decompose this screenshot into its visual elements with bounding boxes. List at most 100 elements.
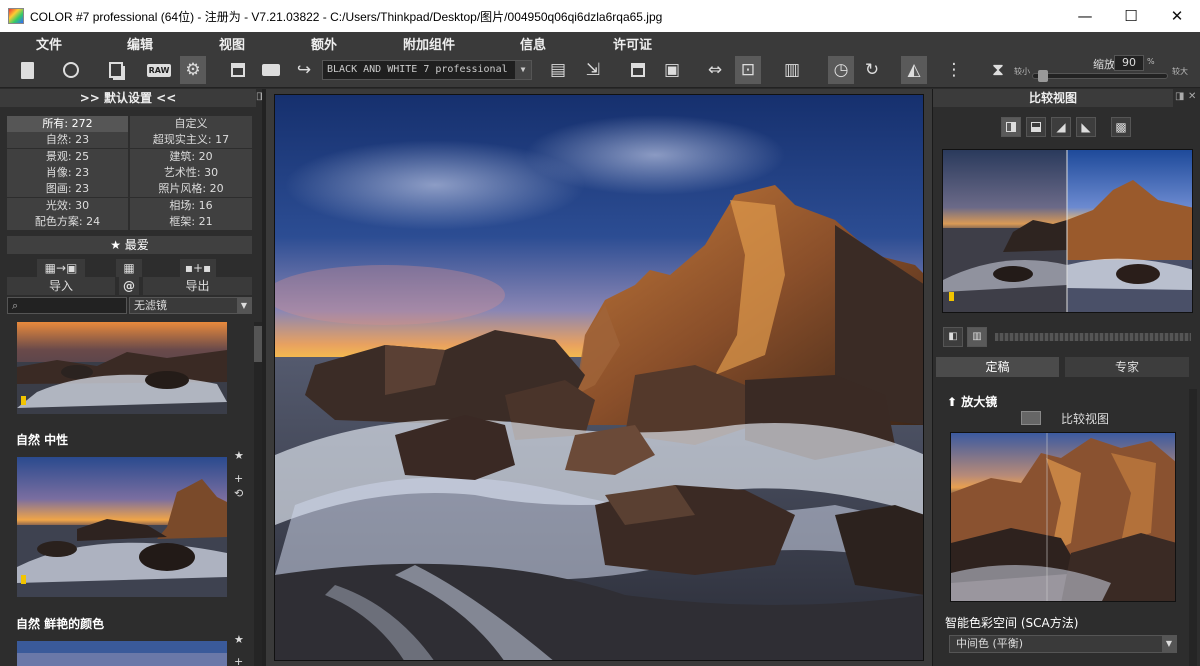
favorite-star-icon[interactable]: ★ — [234, 449, 244, 462]
crop-icon: ⊡ — [740, 59, 756, 80]
menu-file[interactable]: 文件 — [36, 34, 62, 53]
minimize-button[interactable]: — — [1062, 0, 1108, 32]
compare-preview[interactable] — [942, 149, 1193, 313]
flip-button[interactable]: ◭ — [901, 56, 927, 84]
add-icon[interactable]: + — [234, 655, 243, 666]
print-icon — [262, 64, 280, 76]
tab-final[interactable]: 定稿 — [936, 357, 1059, 377]
menu-addons[interactable]: 附加组件 — [403, 34, 455, 53]
settings-button[interactable]: ⚙ — [180, 56, 206, 84]
maximize-button[interactable]: ☐ — [1108, 0, 1154, 32]
preset-thumbnail-image — [17, 641, 227, 666]
save-button[interactable] — [225, 56, 251, 84]
category-item[interactable]: 建筑: 20 — [130, 148, 252, 165]
menu-view[interactable]: 视图 — [219, 34, 245, 53]
full-compare-button[interactable]: ▩ — [1111, 117, 1131, 137]
histogram-button[interactable]: ▥ — [779, 56, 805, 84]
menu-license[interactable]: 许可证 — [613, 34, 652, 53]
split-horizontal-button[interactable] — [1026, 117, 1046, 137]
grid-button[interactable]: ⋮ — [941, 56, 967, 84]
refresh-icon[interactable]: ⟲ — [234, 487, 243, 500]
category-item[interactable]: 配色方案: 24 — [7, 213, 128, 230]
resize-icon: ⇔ — [707, 59, 723, 80]
crop-button[interactable]: ⊡ — [735, 56, 761, 84]
redo-button[interactable]: ↻ — [859, 56, 885, 84]
layout-button[interactable]: ▤ — [545, 56, 571, 84]
main-photo[interactable] — [274, 94, 924, 661]
preset-select[interactable]: BLACK AND WHITE 7 professional ▼ — [322, 60, 532, 80]
sca-select[interactable]: 中间色 (平衡) ▼ — [949, 635, 1177, 653]
split-diagonal-button[interactable]: ◢ — [1051, 117, 1071, 137]
import-button[interactable]: 导入 — [7, 277, 115, 295]
category-item[interactable]: 照片风格: 20 — [130, 181, 252, 198]
load-button[interactable]: ▦ — [116, 259, 142, 277]
collapse-arrow-icon: ⬆ — [947, 395, 958, 409]
pin-icon[interactable]: ◨ — [1175, 91, 1184, 102]
scrollbar-thumb[interactable] — [254, 326, 262, 362]
close-panel-icon[interactable]: ✕ — [1188, 91, 1196, 102]
export-preset-button[interactable]: ⇲ — [580, 56, 606, 84]
overlay-button[interactable]: ◧ — [943, 327, 963, 347]
category-item[interactable]: 景观: 25 — [7, 148, 128, 165]
right-scrollbar[interactable] — [1189, 389, 1197, 666]
category-item[interactable]: 相场: 16 — [130, 197, 252, 214]
favorites-button[interactable]: ★ 最爱 — [7, 236, 252, 254]
share-button[interactable]: ↪ — [291, 56, 317, 84]
open-button[interactable] — [58, 56, 84, 84]
preset-thumbnail[interactable] — [17, 457, 227, 597]
preset-thumbnail[interactable] — [17, 322, 227, 414]
title-bar: COLOR #7 professional (64位) - 注册为 - V7.2… — [0, 0, 1200, 32]
raw-button[interactable]: RAW — [146, 56, 172, 84]
split-vertical-button[interactable] — [1001, 117, 1021, 137]
search-icon: ⌕ — [12, 299, 19, 312]
side-icon: ▥ — [972, 331, 982, 342]
tab-expert[interactable]: 专家 — [1065, 357, 1189, 377]
zoom-input[interactable]: 90 — [1114, 55, 1144, 71]
category-item[interactable]: 框架: 21 — [130, 213, 252, 230]
batch-button[interactable] — [103, 56, 129, 84]
category-item[interactable]: 所有: 272 — [7, 116, 128, 132]
menu-edit[interactable]: 编辑 — [127, 34, 153, 53]
compare-preview-image — [943, 150, 1192, 312]
menu-extra[interactable]: 额外 — [311, 34, 337, 53]
film-button[interactable]: ▣ — [659, 56, 685, 84]
zoom-slider-thumb[interactable] — [1038, 70, 1048, 82]
history-button[interactable]: ◷ — [828, 56, 854, 84]
search-input[interactable]: ⌕ — [7, 297, 127, 314]
category-item[interactable]: 艺术性: 30 — [130, 164, 252, 181]
export-button[interactable]: 导出 — [143, 277, 252, 295]
compare-slider[interactable] — [995, 333, 1191, 341]
loupe-preview-image — [951, 433, 1175, 601]
snapshot-button[interactable] — [625, 56, 651, 84]
film-icon: ▣ — [663, 59, 681, 80]
category-item[interactable]: 肖像: 23 — [7, 164, 128, 181]
close-button[interactable]: ✕ — [1154, 0, 1200, 32]
favorite-star-icon[interactable]: ★ — [234, 633, 244, 646]
loupe-preview[interactable] — [950, 432, 1176, 602]
import-grid-button[interactable]: ▦→▣ — [37, 259, 85, 277]
side-button[interactable]: ▥ — [967, 327, 987, 347]
compare-toggle[interactable] — [1021, 411, 1041, 425]
add-icon[interactable]: + — [234, 472, 243, 485]
category-item[interactable]: 自定义 — [130, 116, 252, 132]
email-button[interactable]: @ — [119, 277, 139, 295]
main-photo-image — [275, 95, 923, 660]
new-file-button[interactable] — [14, 56, 40, 84]
menu-info[interactable]: 信息 — [520, 34, 546, 53]
compare-toggle-button[interactable]: ⧗ — [985, 56, 1011, 84]
split-diagonal-alt-button[interactable]: ◣ — [1076, 117, 1096, 137]
resize-button[interactable]: ⇔ — [702, 56, 728, 84]
filter-select[interactable]: 无滤镜 ▼ — [129, 297, 252, 314]
category-item[interactable]: 超现实主义: 17 — [130, 132, 252, 149]
category-item[interactable]: 自然: 23 — [7, 132, 128, 149]
loupe-header[interactable]: ⬆ 放大镜 — [947, 393, 997, 410]
zoom-unit: % — [1147, 57, 1155, 66]
export-grid-button[interactable]: ▪+▪ — [180, 259, 216, 277]
preset-scrollbar[interactable] — [254, 322, 262, 666]
print-button[interactable] — [258, 56, 284, 84]
category-item[interactable]: 图画: 23 — [7, 181, 128, 198]
category-item[interactable]: 光效: 30 — [7, 197, 128, 214]
zoom-slider[interactable] — [1032, 70, 1168, 82]
import-grid-icon: ▦→▣ — [44, 261, 78, 275]
preset-thumbnail[interactable] — [17, 641, 227, 666]
